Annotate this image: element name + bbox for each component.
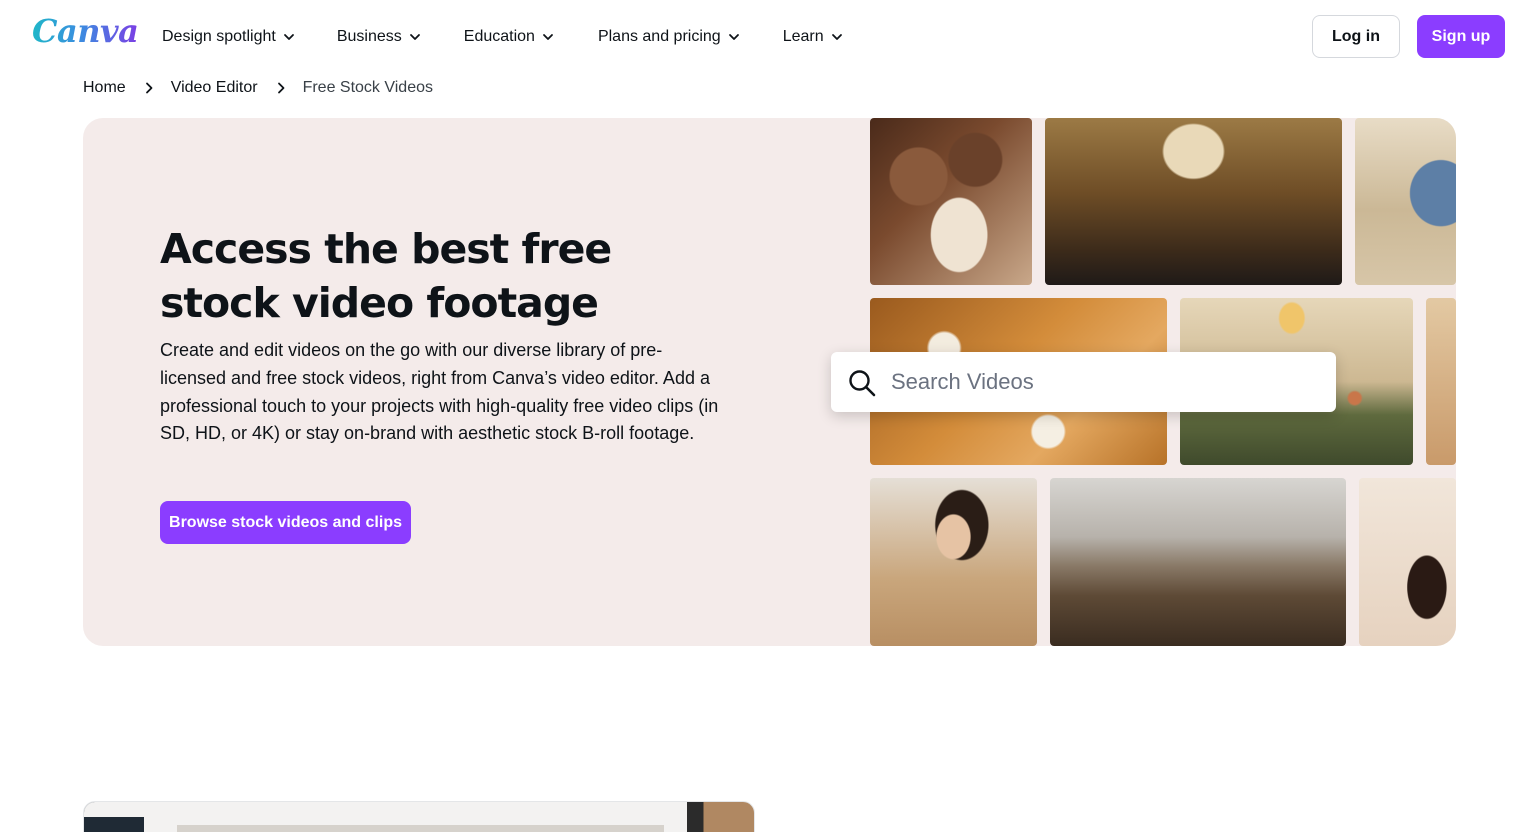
nav-label: Plans and pricing [597,28,721,45]
search-input[interactable] [891,364,1311,400]
breadcrumb: Home Video Editor Free Stock Videos [83,78,433,98]
hero-description: Create and edit videos on the go with ou… [160,340,719,444]
site-header: Canva Design spotlight Business Educatio… [0,0,1536,72]
stock-video-thumbnail-mountains[interactable] [1050,478,1346,646]
nav-label: Learn [782,28,824,45]
stock-video-thumbnail-galleria[interactable] [1045,118,1342,285]
nav-label: Education [463,28,535,45]
main-nav: Design spotlight Business Education Plan… [162,26,844,48]
chevron-right-icon [145,82,153,94]
login-button[interactable]: Log in [1312,15,1400,58]
chevron-down-icon [543,34,553,40]
search-icon [849,370,876,397]
nav-label: Design spotlight [162,28,276,45]
nav-education[interactable]: Education [464,26,555,48]
chevron-down-icon [728,34,739,40]
stock-video-thumbnail-sunglasses[interactable] [1359,478,1456,646]
nav-learn[interactable]: Learn [783,26,844,48]
video-editor-preview-image [83,801,755,832]
nav-design-spotlight[interactable]: Design spotlight [162,26,296,48]
stock-video-thumbnail-person-outdoors[interactable] [1355,118,1456,285]
browse-stock-videos-button[interactable]: Browse stock videos and clips [160,501,411,544]
canva-logo[interactable]: Canva [32,12,139,50]
editor-toolbar [84,802,144,817]
nav-business[interactable]: Business [337,26,422,48]
stock-video-thumbnail-partial[interactable] [1426,298,1456,465]
nav-label: Business [336,28,402,45]
video-search-box[interactable] [831,352,1336,412]
editor-canvas [177,825,664,832]
chevron-down-icon [283,34,294,40]
signup-button[interactable]: Sign up [1417,15,1505,58]
chevron-down-icon [831,34,842,40]
breadcrumb-free-stock-videos: Free Stock Videos [302,79,433,96]
chevron-right-icon [277,82,284,94]
stock-video-thumbnail-woman-portrait[interactable] [870,478,1037,646]
breadcrumb-home[interactable]: Home [83,79,126,97]
breadcrumb-video-editor[interactable]: Video Editor [171,79,258,97]
chevron-down-icon [409,34,420,40]
hero-title: Access the best free stock video footage [160,225,612,327]
stock-video-thumbnail-family[interactable] [870,118,1032,285]
nav-plans-and-pricing[interactable]: Plans and pricing [598,26,741,48]
